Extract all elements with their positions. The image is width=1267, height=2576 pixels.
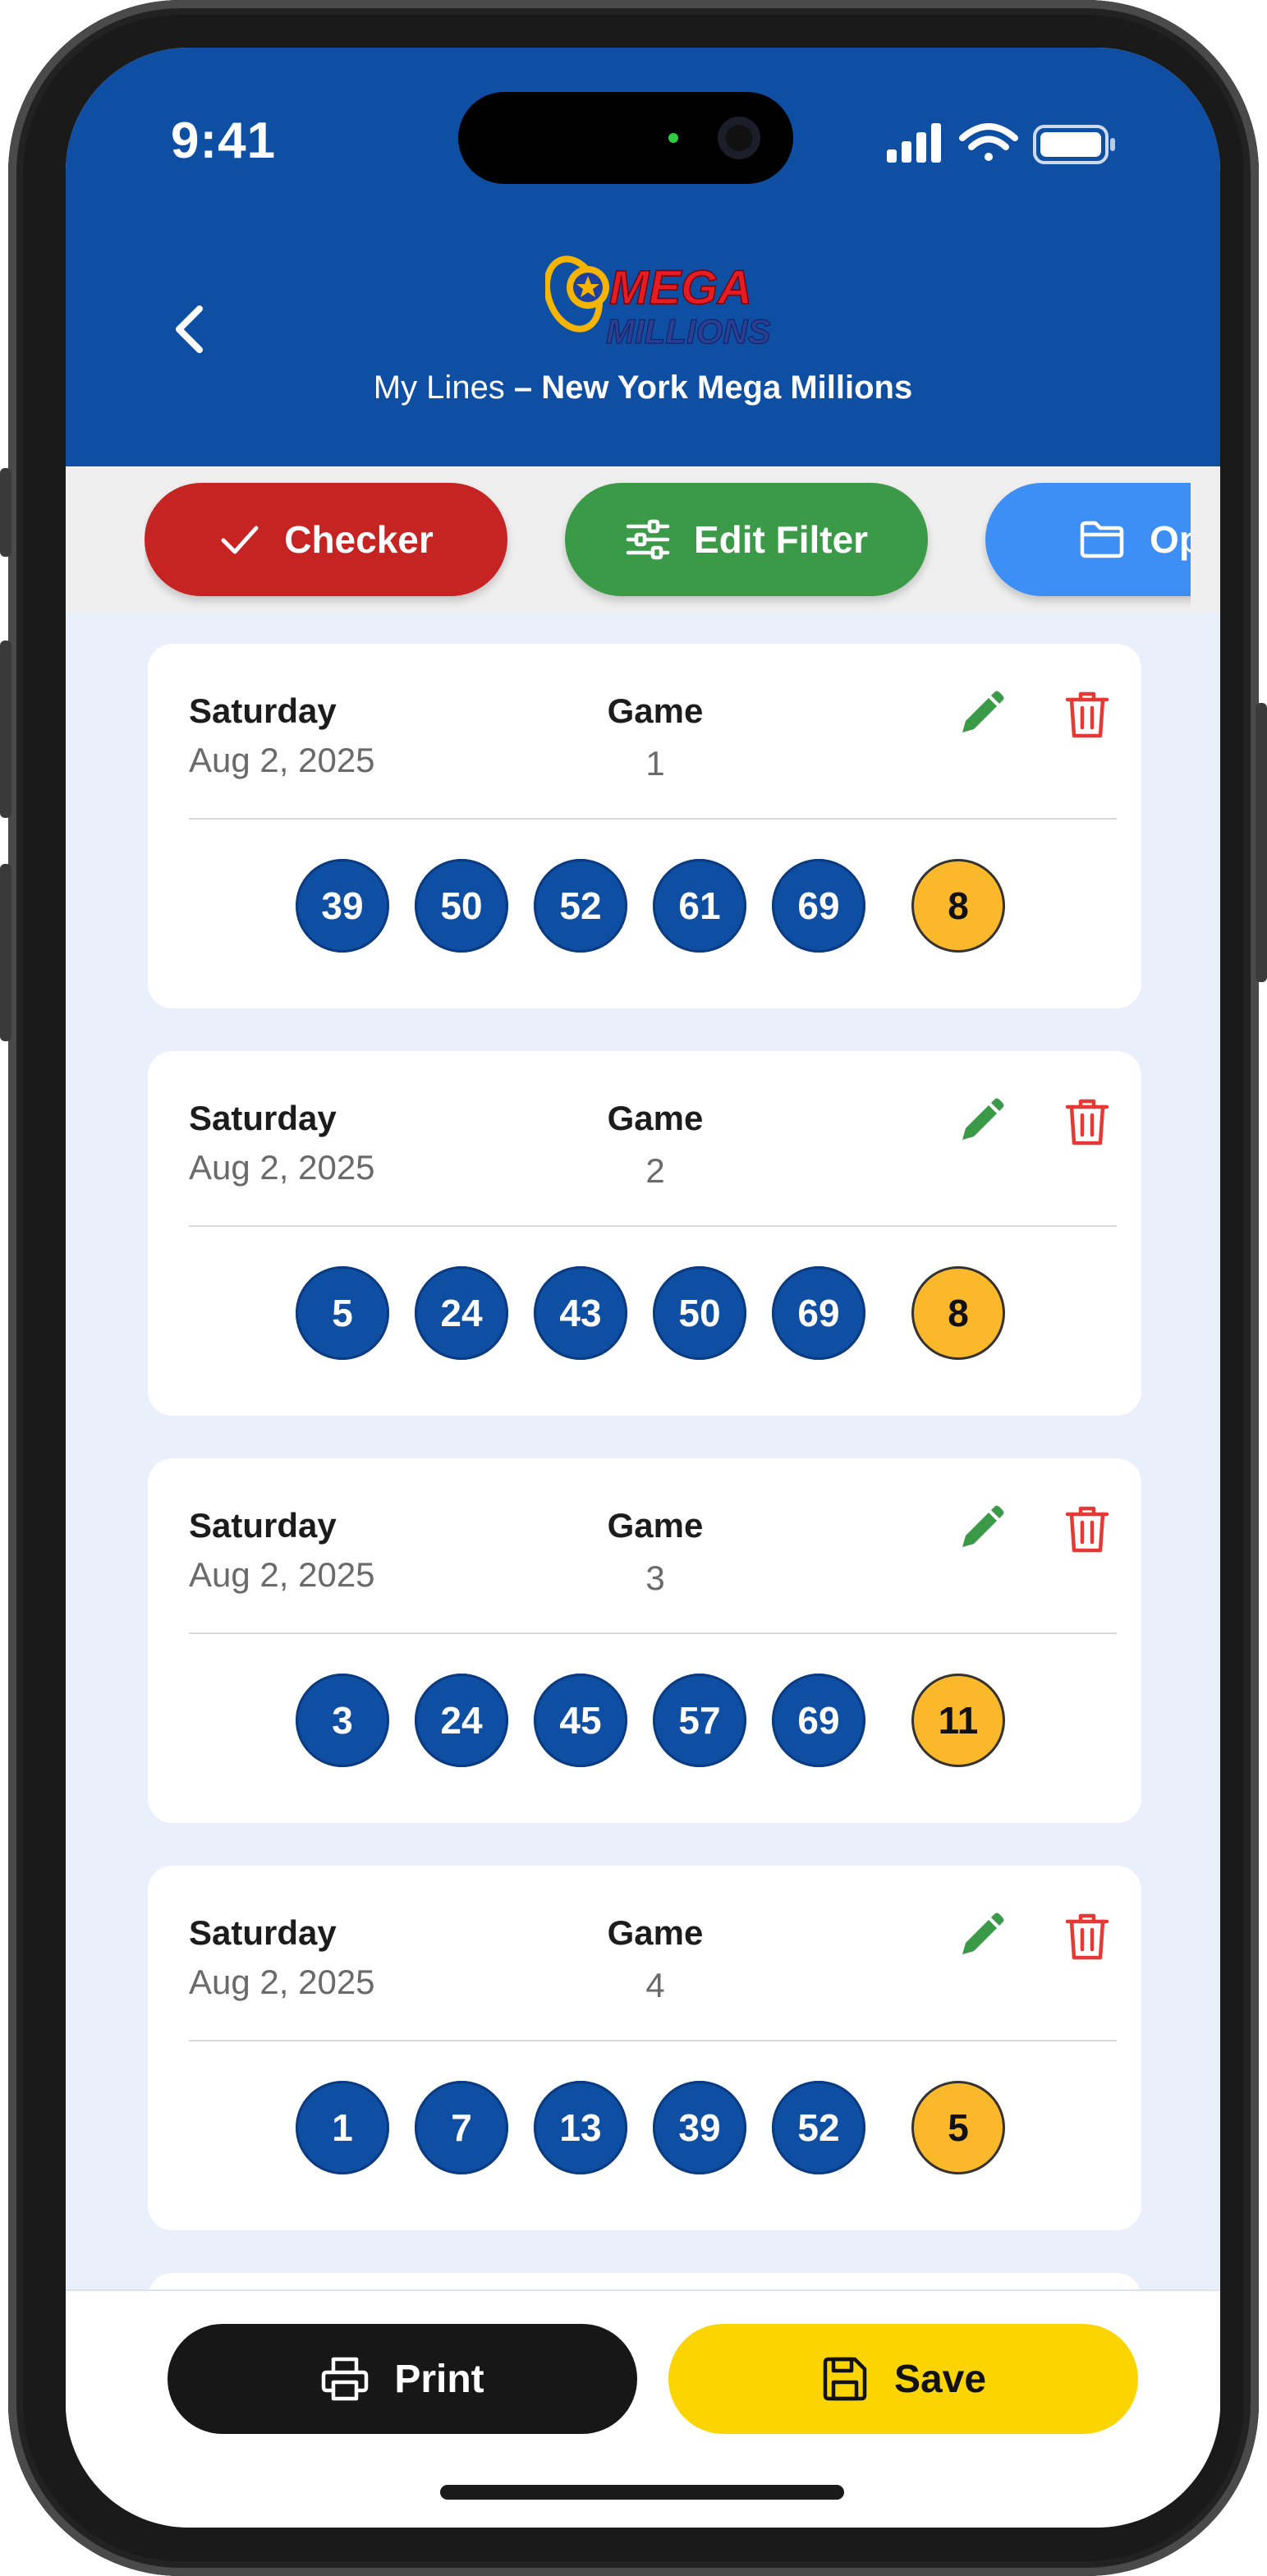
game-number: 4 [645, 1966, 665, 2004]
number-ball: 7 [415, 2081, 508, 2174]
back-chevron-icon[interactable] [163, 301, 220, 358]
open-label: Open [1150, 518, 1191, 561]
mega-ball: 11 [911, 1674, 1005, 1767]
action-button [0, 468, 11, 557]
home-indicator[interactable] [440, 2485, 844, 2500]
print-label: Print [394, 2357, 484, 2401]
number-ball: 3 [296, 1674, 389, 1767]
status-time: 9:41 [171, 112, 277, 169]
card-divider [189, 818, 1117, 820]
draw-day: Saturday [189, 691, 337, 730]
mega-millions-logo: MEGA MILLIONS [545, 255, 771, 351]
number-ball: 5 [296, 1266, 389, 1360]
floppy-disk-icon [823, 2357, 867, 2401]
line-card: Saturday Aug 2, 2025 Game 4 1 7 13 39 52… [148, 1866, 1141, 2230]
checkmark-icon [221, 526, 259, 554]
open-button[interactable]: Open [985, 483, 1191, 596]
battery-icon [1033, 125, 1115, 164]
draw-date: Aug 2, 2025 [189, 741, 375, 779]
mega-ball: 5 [911, 2081, 1005, 2174]
number-ball: 61 [653, 859, 746, 953]
number-ball: 69 [772, 859, 865, 953]
logo-mega-text: MEGA [609, 261, 752, 315]
folder-icon [1080, 521, 1124, 558]
card-divider [189, 1632, 1117, 1634]
print-button[interactable]: Print [168, 2324, 637, 2434]
number-ball: 69 [772, 1674, 865, 1767]
number-ball: 13 [534, 2081, 627, 2174]
draw-day: Saturday [189, 1913, 337, 1952]
number-ball: 43 [534, 1266, 627, 1360]
game-label: Game [607, 1913, 704, 1952]
checker-button[interactable]: Checker [145, 483, 507, 596]
power-button [1256, 703, 1267, 982]
number-ball: 39 [653, 2081, 746, 2174]
dynamic-island [458, 92, 793, 184]
volume-up-button [0, 641, 11, 818]
draw-day: Saturday [189, 1506, 337, 1545]
number-ball: 39 [296, 859, 389, 953]
save-label: Save [893, 2357, 987, 2401]
draw-day: Saturday [189, 1099, 337, 1137]
logo-millions-text: MILLIONS [606, 312, 771, 351]
trash-icon[interactable] [1061, 688, 1113, 741]
pencil-icon[interactable] [954, 688, 1007, 741]
game-number: 2 [645, 1151, 665, 1190]
game-number: 3 [645, 1559, 665, 1597]
number-ball: 1 [296, 2081, 389, 2174]
game-label: Game [607, 691, 704, 730]
privacy-indicator [668, 133, 678, 143]
game-label: Game [607, 1506, 704, 1545]
draw-date: Aug 2, 2025 [189, 1555, 375, 1594]
action-toolbar: Checker Edit Filter Op [66, 466, 1220, 613]
line-card: Saturday Aug 2, 2025 Game 2 5 24 43 50 6… [148, 1051, 1141, 1416]
number-ball: 50 [653, 1266, 746, 1360]
mega-ball: 8 [911, 859, 1005, 953]
game-label: Game [607, 1099, 704, 1137]
trash-icon[interactable] [1061, 1095, 1113, 1148]
line-card: Saturday Aug 2, 2025 Game 1 39 50 52 61 … [148, 644, 1141, 1008]
mega-ball: 8 [911, 1266, 1005, 1360]
number-ball: 57 [653, 1674, 746, 1767]
number-ball: 45 [534, 1674, 627, 1767]
number-ball: 24 [415, 1266, 508, 1360]
save-button[interactable]: Save [668, 2324, 1138, 2434]
trash-icon[interactable] [1061, 1910, 1113, 1963]
checker-label: Checker [284, 518, 434, 561]
draw-date: Aug 2, 2025 [189, 1963, 375, 2001]
page-title-main: – New York Mega Millions [504, 370, 913, 406]
number-ball: 52 [772, 2081, 865, 2174]
pencil-icon[interactable] [954, 1910, 1007, 1963]
status-icons [887, 123, 1115, 164]
number-ball: 52 [534, 859, 627, 953]
app-screen: 9:41 MEGA MILLIONS My Lines – New York M… [66, 48, 1220, 2528]
game-number: 1 [645, 744, 665, 783]
page-title: My Lines – New York Mega Millions [66, 370, 1220, 406]
pencil-icon[interactable] [954, 1503, 1007, 1555]
page-title-prefix: My Lines [373, 370, 505, 406]
camera-icon [718, 117, 760, 159]
printer-icon [322, 2357, 369, 2401]
card-divider [189, 2040, 1117, 2041]
line-card: Saturday Aug 2, 2025 Game 3 3 24 45 57 6… [148, 1458, 1141, 1823]
card-divider [189, 1225, 1117, 1227]
edit-filter-button[interactable]: Edit Filter [565, 483, 928, 596]
edit-filter-label: Edit Filter [693, 518, 869, 561]
sliders-icon [626, 519, 670, 560]
phone-frame: 9:41 MEGA MILLIONS My Lines – New York M… [0, 0, 1267, 2576]
pencil-icon[interactable] [954, 1095, 1007, 1148]
wifi-icon [959, 123, 1018, 161]
number-ball: 50 [415, 859, 508, 953]
signal-icon [887, 123, 941, 163]
toolbar-scroll[interactable]: Checker Edit Filter Op [145, 466, 1191, 613]
bottom-action-bar: Print Save [66, 2289, 1220, 2528]
app-header: 9:41 MEGA MILLIONS My Lines – New York M… [66, 48, 1220, 466]
trash-icon[interactable] [1061, 1503, 1113, 1555]
draw-date: Aug 2, 2025 [189, 1148, 375, 1187]
number-ball: 69 [772, 1266, 865, 1360]
volume-down-button [0, 864, 11, 1041]
number-ball: 24 [415, 1674, 508, 1767]
